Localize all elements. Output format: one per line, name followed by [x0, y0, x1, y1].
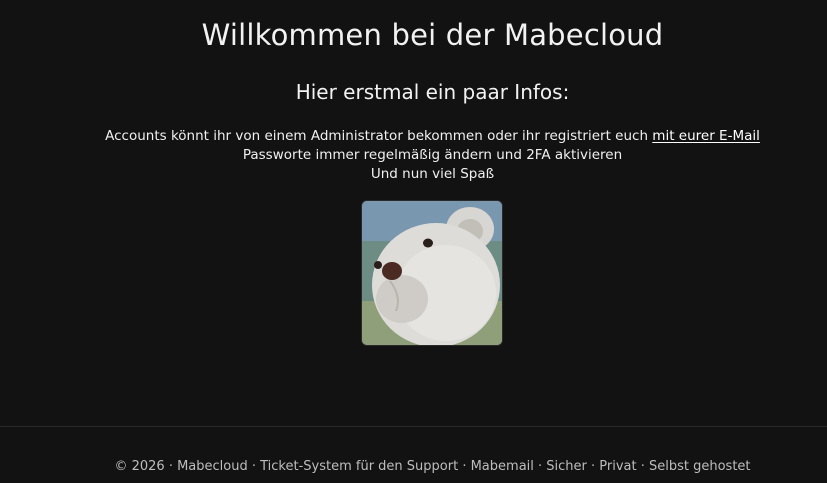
info-block: Accounts könnt ihr von einem Administrat… — [0, 127, 827, 184]
page: Willkommen bei der Mabecloud Hier erstma… — [0, 0, 827, 483]
page-title: Willkommen bei der Mabecloud — [201, 18, 664, 52]
footer-brand-link[interactable]: Mabecloud — [177, 459, 248, 474]
footer-tagline: · Ticket-System für den Support · Mabema… — [247, 459, 751, 474]
info-line-accounts-text: Accounts könnt ihr von einem Administrat… — [105, 128, 653, 144]
teddy-bear-icon — [362, 201, 502, 345]
footer: © 2026 · Mabecloud · Ticket-System für d… — [0, 459, 827, 474]
page-subtitle: Hier erstmal ein paar Infos: — [295, 80, 570, 104]
footer-copyright: © 2026 · — [114, 459, 178, 474]
teddy-bear-image — [362, 201, 502, 345]
register-email-link[interactable]: mit eurer E-Mail — [652, 128, 760, 144]
info-line-fun: Und nun viel Spaß — [370, 166, 495, 182]
info-line-passwords: Passworte immer regelmäßig ändern und 2F… — [242, 147, 623, 163]
info-line-accounts: Accounts könnt ihr von einem Administrat… — [0, 127, 827, 146]
footer-divider — [0, 426, 827, 427]
